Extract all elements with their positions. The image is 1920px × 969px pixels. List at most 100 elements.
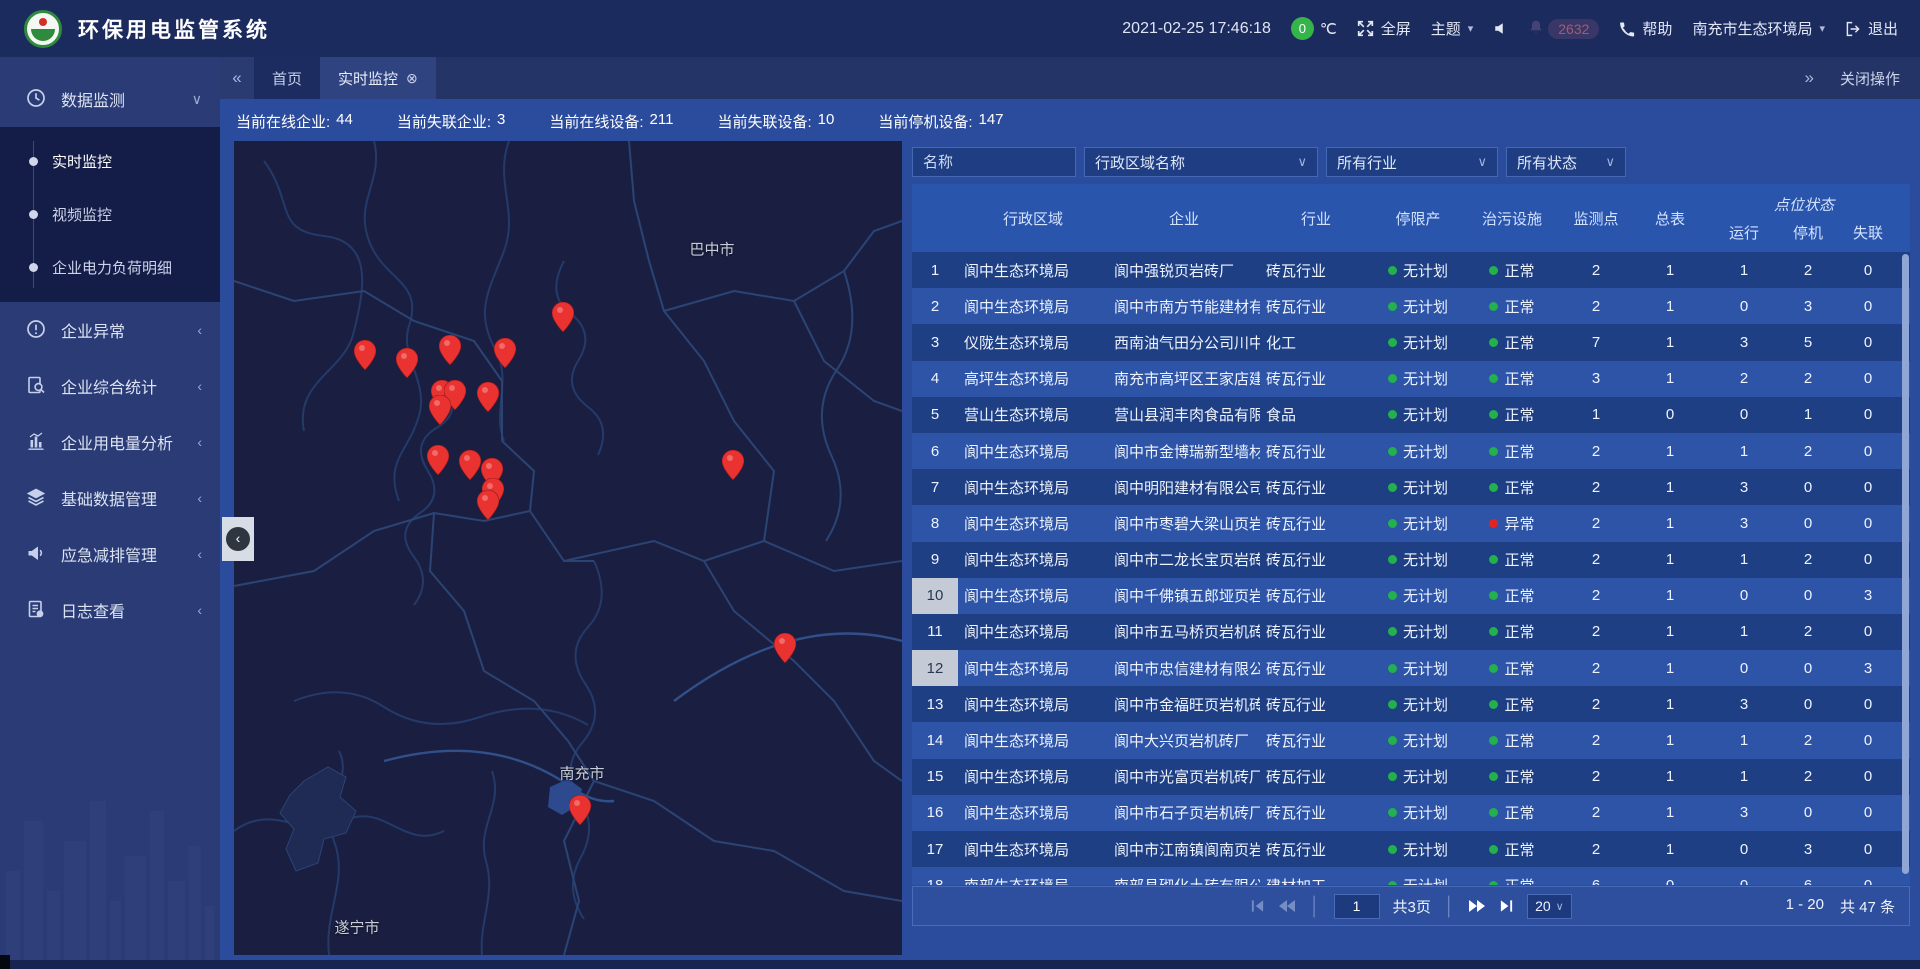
map-pin-15[interactable] — [774, 633, 796, 663]
industry-cell: 砖瓦行业 — [1260, 361, 1372, 397]
table-row[interactable]: 18南部生态环境局南部县砌化土砖有限公建材加工无计划正常60060 — [912, 867, 1910, 885]
region-filter-select[interactable]: 行政区域名称∨ — [1084, 147, 1318, 177]
help-button[interactable]: 帮助 — [1619, 18, 1672, 39]
sidebar-item-5[interactable]: 应急减排管理‹ — [0, 526, 220, 582]
status-dot-icon — [1489, 302, 1498, 311]
table-row[interactable]: 16阆中生态环境局阆中市石子页岩机砖厂砖瓦行业无计划正常21300 — [912, 795, 1910, 831]
map-pin-16[interactable] — [569, 795, 591, 825]
sidebar-subitem-0-1[interactable]: 视频监控 — [0, 188, 220, 241]
sidebar-subitem-0-0[interactable]: 实时监控 — [0, 135, 220, 188]
company-cell: 阆中市光富页岩机砖厂 — [1108, 759, 1260, 795]
map-panel[interactable]: 巴中市南充市遂宁市 — [234, 141, 902, 955]
status-dot-icon — [1489, 519, 1498, 528]
mute-button[interactable] — [1493, 21, 1508, 36]
table-row[interactable]: 10阆中生态环境局阆中千佛镇五郎垭页岩砖瓦行业无计划正常21003 — [912, 578, 1910, 614]
user-menu[interactable]: 南充市生态环境局▾ — [1692, 18, 1825, 39]
sidebar-item-3[interactable]: 企业用电量分析‹ — [0, 414, 220, 470]
map-pin-2[interactable] — [494, 338, 516, 368]
notifications-button[interactable]: 2632 — [1528, 19, 1599, 39]
table-body: 1阆中生态环境局阆中强锐页岩砖厂砖瓦行业无计划正常211202阆中生态环境局阆中… — [912, 252, 1910, 885]
tabs-scroll-left-button[interactable]: « — [220, 57, 254, 99]
table-row[interactable]: 11阆中生态环境局阆中市五马桥页岩机砖砖瓦行业无计划正常21120 — [912, 614, 1910, 650]
table-row[interactable]: 7阆中生态环境局阆中明阳建材有限公司砖瓦行业无计划正常21300 — [912, 469, 1910, 505]
page-size-select[interactable]: 20∨ — [1527, 894, 1572, 919]
stop-status-cell: 无计划 — [1372, 614, 1464, 650]
table-row[interactable]: 4高坪生态环境局南充市高坪区王家店建砖瓦行业无计划正常31220 — [912, 361, 1910, 397]
industry-filter-select[interactable]: 所有行业∨ — [1326, 147, 1498, 177]
meter-count-cell: 1 — [1632, 759, 1708, 795]
table-row[interactable]: 14阆中生态环境局阆中大兴页岩机砖厂砖瓦行业无计划正常21120 — [912, 722, 1910, 758]
table-row[interactable]: 13阆中生态环境局阆中市金福旺页岩机砖砖瓦行业无计划正常21300 — [912, 686, 1910, 722]
row-number-cell: 4 — [912, 361, 958, 397]
table-row[interactable]: 1阆中生态环境局阆中强锐页岩砖厂砖瓦行业无计划正常21120 — [912, 252, 1910, 288]
lost-count-cell: 0 — [1836, 867, 1900, 885]
tab-realtime-monitor[interactable]: 实时监控 ⊗ — [320, 57, 436, 99]
top-bar: 环保用电监管系统 2021-02-25 17:46:18 0 ℃ 全屏 主题▾ — [0, 0, 1920, 57]
table-row[interactable]: 9阆中生态环境局阆中市二龙长宝页岩砖砖瓦行业无计划正常21120 — [912, 542, 1910, 578]
run-count-cell: 0 — [1708, 650, 1780, 686]
map-pin-1[interactable] — [439, 335, 461, 365]
facility-status-cell: 正常 — [1464, 614, 1560, 650]
last-page-button[interactable] — [1499, 899, 1514, 913]
close-operations-button[interactable]: 关闭操作 — [1840, 68, 1900, 89]
table-row[interactable]: 17阆中生态环境局阆中市江南镇阆南页岩砖瓦行业无计划正常21030 — [912, 831, 1910, 867]
map-pin-14[interactable] — [722, 450, 744, 480]
tabs-scroll-right-button[interactable]: » — [1805, 68, 1814, 88]
table-row[interactable]: 2阆中生态环境局阆中市南方节能建材有砖瓦行业无计划正常21030 — [912, 288, 1910, 324]
table-row[interactable]: 8阆中生态环境局阆中市枣碧大梁山页岩砖瓦行业无计划异常21300 — [912, 505, 1910, 541]
meter-count-cell: 1 — [1632, 578, 1708, 614]
table-scrollbar-thumb[interactable] — [1902, 254, 1909, 874]
halt-count-cell: 3 — [1780, 288, 1836, 324]
map-pin-0[interactable] — [552, 302, 574, 332]
facility-status-cell: 正常 — [1464, 252, 1560, 288]
next-page-button[interactable] — [1468, 899, 1486, 913]
table-row[interactable]: 6阆中生态环境局阆中市金博瑞新型墙材砖瓦行业无计划正常21120 — [912, 433, 1910, 469]
sidebar-item-0[interactable]: 数据监测∨ — [0, 71, 220, 127]
sidebar-item-4[interactable]: 基础数据管理‹ — [0, 470, 220, 526]
logout-button[interactable]: 退出 — [1845, 18, 1898, 39]
map-pin-13[interactable] — [477, 490, 499, 520]
industry-cell: 砖瓦行业 — [1260, 542, 1372, 578]
map-pin-9[interactable] — [427, 445, 449, 475]
page-number-input[interactable] — [1334, 894, 1380, 919]
row-number-cell: 7 — [912, 469, 958, 505]
map-pin-7[interactable] — [429, 395, 451, 425]
facility-status-cell: 正常 — [1464, 324, 1560, 360]
status-dot-icon — [1489, 700, 1498, 709]
fullscreen-button[interactable]: 全屏 — [1357, 18, 1411, 39]
status-dot-icon — [1388, 881, 1397, 885]
sidebar-item-6[interactable]: 日志查看‹ — [0, 582, 220, 638]
sidebar-subitem-0-2[interactable]: 企业电力负荷明细 — [0, 241, 220, 294]
map-pin-4[interactable] — [396, 348, 418, 378]
table-row[interactable]: 15阆中生态环境局阆中市光富页岩机砖厂砖瓦行业无计划正常21120 — [912, 759, 1910, 795]
region-cell: 阆中生态环境局 — [958, 650, 1108, 686]
stop-status-cell: 无计划 — [1372, 795, 1464, 831]
sidebar-item-2[interactable]: 企业综合统计‹ — [0, 358, 220, 414]
first-page-button[interactable] — [1250, 899, 1265, 913]
tab-close-icon[interactable]: ⊗ — [406, 70, 418, 87]
previous-page-button[interactable] — [1278, 899, 1296, 913]
status-dot-icon — [1388, 410, 1397, 419]
monitor-count-cell: 7 — [1560, 324, 1632, 360]
sidebar-item-1[interactable]: 企业异常‹ — [0, 302, 220, 358]
stat-label: 当前在线设备: — [549, 111, 643, 132]
table-row[interactable]: 12阆中生态环境局阆中市忠信建材有限公砖瓦行业无计划正常21003 — [912, 650, 1910, 686]
status-filter-select[interactable]: 所有状态∨ — [1506, 147, 1626, 177]
map-pin-3[interactable] — [354, 340, 376, 370]
map-pin-8[interactable] — [477, 382, 499, 412]
facility-status-cell: 正常 — [1464, 831, 1560, 867]
status-dot-icon — [1388, 338, 1397, 347]
map-collapse-toggle[interactable]: ‹ — [222, 517, 254, 561]
map-pin-10[interactable] — [459, 450, 481, 480]
tab-home[interactable]: 首页 — [254, 57, 320, 99]
table-row[interactable]: 3仪陇生态环境局西南油气田分公司川中化工无计划正常71350 — [912, 324, 1910, 360]
theme-button[interactable]: 主题▾ — [1431, 18, 1474, 39]
name-filter-input[interactable] — [912, 147, 1076, 177]
run-count-cell: 3 — [1708, 686, 1780, 722]
map-lake — [280, 767, 356, 871]
company-cell: 营山县润丰肉食品有限 — [1108, 397, 1260, 433]
halt-count-cell: 0 — [1780, 686, 1836, 722]
row-number-cell: 12 — [912, 650, 958, 686]
industry-cell: 砖瓦行业 — [1260, 614, 1372, 650]
table-row[interactable]: 5营山生态环境局营山县润丰肉食品有限食品无计划正常10010 — [912, 397, 1910, 433]
